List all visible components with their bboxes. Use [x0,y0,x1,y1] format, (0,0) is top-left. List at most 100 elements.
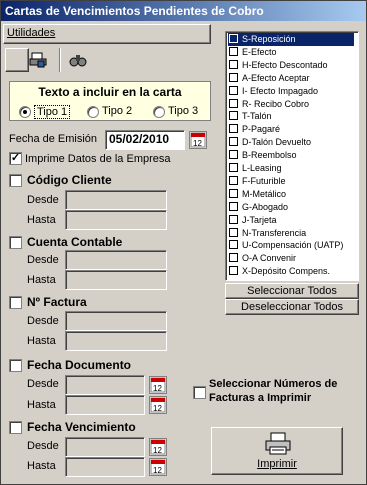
cuenta-hasta-field[interactable] [65,270,167,290]
fechadoc-desde-label: Desde [27,378,59,390]
radio-tipo-3[interactable] [153,106,165,118]
tipo-checkbox[interactable] [229,227,238,237]
tipo-list-item[interactable]: B-Reembolso [228,149,354,162]
tipo-list-item[interactable]: D-Talón Devuelto [228,136,354,149]
imprimir-button[interactable]: Imprimir [211,427,343,475]
radio-tipo-1[interactable] [19,106,31,118]
printer-icon [265,432,291,455]
tipo-list-item[interactable]: L-Leasing [228,162,354,175]
tipo-checkbox[interactable] [229,175,238,185]
factura-label: Nº Factura [27,295,87,309]
fechavenc-desde-field[interactable] [65,437,145,457]
fechavenc-hasta-calendar-button[interactable]: 12 [149,458,167,476]
codigo-desde-field[interactable] [65,190,167,210]
fechadoc-hasta-field[interactable] [65,395,145,415]
fechadoc-desde-field[interactable] [65,375,145,395]
imprime-datos-label: Imprime Datos de la Empresa [25,153,171,165]
factura-desde-field[interactable] [65,311,167,331]
fecha-emision-calendar-button[interactable]: 12 [189,131,207,149]
tipo-list-item[interactable]: N-Transferencia [228,227,354,240]
tipo-label: J-Tarjeta [242,214,277,225]
tipo-list-item[interactable]: X-Depósito Compens. [228,265,354,278]
svg-text:12: 12 [193,139,202,148]
tipo-label: L-Leasing [242,163,282,173]
search-button[interactable] [65,48,91,72]
tipo-label: M-Metálico [242,188,287,199]
tipo-list-item[interactable]: E-Efecto [228,46,354,59]
imprime-datos-checkbox[interactable]: ✓ [9,152,22,165]
tipo-label: I- Efecto Impagado [242,85,319,96]
tipo-label: G-Abogado [242,201,289,212]
tipo-checkbox[interactable] [229,266,238,276]
menu-utilidades[interactable]: Utilidades [7,27,55,39]
codigo-hasta-field[interactable] [65,210,167,230]
tipo-list-item[interactable]: M-Metálico [228,188,354,201]
fecha-emision-field[interactable]: 05/02/2010 [105,130,185,150]
seleccionar-todos-button[interactable]: Seleccionar Todos [225,283,359,299]
codigo-desde-label: Desde [27,194,59,206]
fechavenc-desde-calendar-button[interactable]: 12 [149,438,167,456]
seleccionar-facturas-checkbox[interactable] [193,386,206,399]
tipo-list-item[interactable]: F-Futurible [228,175,354,188]
svg-text:12: 12 [153,384,162,393]
tipo-checkbox[interactable] [229,188,238,198]
deseleccionar-todos-button[interactable]: Deseleccionar Todos [225,299,359,315]
fecha-emision-label: Fecha de Emisión [9,133,98,145]
tipo-list-item[interactable]: J-Tarjeta [228,214,354,227]
tipo-checkbox[interactable] [229,137,238,147]
tipo-checkbox[interactable] [229,253,238,263]
seleccionar-facturas-label-1: Seleccionar Números de [209,378,338,390]
radio-tipo-2[interactable] [87,106,99,118]
tipo-label: H-Efecto Descontado [242,59,328,70]
tipo-list-item[interactable]: P-Pagaré [228,123,354,136]
window-title: Cartas de Vencimientos Pendientes de Cob… [1,1,366,21]
tipo-list-item[interactable]: H-Efecto Descontado [228,59,354,72]
svg-text:12: 12 [153,466,162,475]
tipo-checkbox[interactable] [229,98,238,108]
tipo-checkbox[interactable] [229,34,238,43]
factura-checkbox[interactable] [9,296,22,309]
fechavenc-hasta-field[interactable] [65,457,145,477]
calendar-icon: 12 [150,439,166,455]
tipo-label: U-Compensación (UATP) [242,240,344,251]
tipo-checkbox[interactable] [229,163,238,172]
tipo-label: R- Recibo Cobro [242,98,310,109]
tipo-list-item[interactable]: O-A Convenir [228,252,354,265]
tipo-list-item[interactable]: I- Efecto Impagado [228,85,354,98]
svg-text:12: 12 [153,404,162,413]
tipo-checkbox[interactable] [229,85,238,95]
tipo-checkbox[interactable] [229,46,238,56]
printer-settings-button[interactable] [25,48,51,72]
tipo-label: F-Futurible [242,175,286,186]
tipo-list-item[interactable]: U-Compensación (UATP) [228,239,354,252]
tipo-checkbox[interactable] [229,201,238,211]
tipo-checkbox[interactable] [229,59,238,69]
fechadoc-desde-calendar-button[interactable]: 12 [149,376,167,394]
tipo-list-item[interactable]: T-Talón [228,110,354,123]
fecha-documento-checkbox[interactable] [9,359,22,372]
tipo-list-item[interactable]: G-Abogado [228,201,354,214]
codigo-cliente-checkbox[interactable] [9,174,22,187]
tipo-checkbox[interactable] [229,150,238,160]
tipo-checkbox[interactable] [229,111,238,121]
tipo-list-item[interactable]: A-Efecto Aceptar [228,72,354,85]
fecha-vencimiento-checkbox[interactable] [9,421,22,434]
fechavenc-desde-label: Desde [27,440,59,452]
cuenta-contable-checkbox[interactable] [9,236,22,249]
cuenta-hasta-label: Hasta [27,274,56,286]
tipo-list-item[interactable]: S-Reposición [228,33,354,46]
cuenta-desde-field[interactable] [65,250,167,270]
tipo-checkbox[interactable] [229,214,238,224]
cuenta-contable-label: Cuenta Contable [27,235,123,249]
radio-tipo-3-label: Tipo 3 [168,105,199,117]
main-window: Cartas de Vencimientos Pendientes de Cob… [0,0,367,485]
tipo-checkbox[interactable] [229,240,238,250]
tipo-list-item[interactable]: R- Recibo Cobro [228,98,354,111]
calendar-icon: 12 [150,377,166,393]
fechavenc-hasta-label: Hasta [27,460,56,472]
tipo-checkbox[interactable] [229,72,238,82]
factura-hasta-field[interactable] [65,331,167,351]
radio-tipo-1-label: Tipo 1 [34,105,71,119]
tipo-checkbox[interactable] [229,124,238,134]
fechadoc-hasta-calendar-button[interactable]: 12 [149,396,167,414]
